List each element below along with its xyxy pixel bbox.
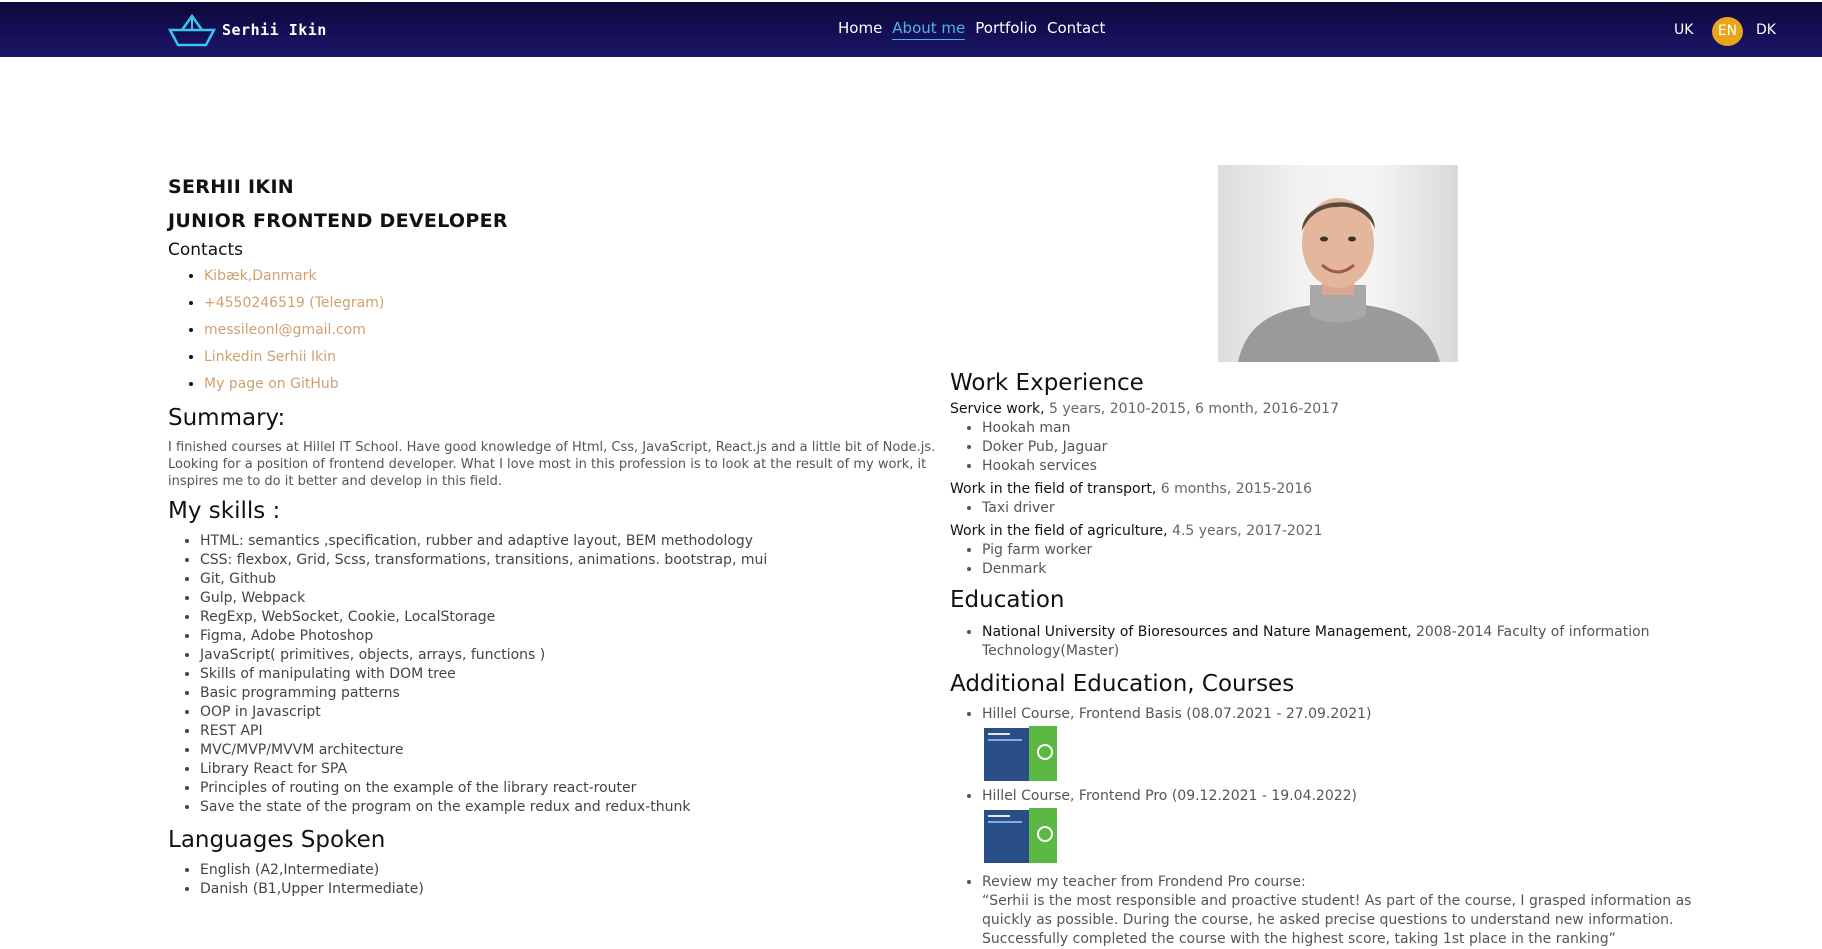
certificate-thumbnail[interactable] [984,726,1730,781]
nav-about-me[interactable]: About me [892,19,966,40]
course-item: Hillel Course, Frontend Basis (08.07.202… [982,705,1730,781]
contact-item: Kibæk,Danmark [204,266,938,293]
skill-item: CSS: flexbox, Grid, Scss, transformation… [200,551,938,570]
skill-item: Figma, Adobe Photoshop [200,627,938,646]
languages-spoken-list: English (A2,Intermediate) Danish (B1,Upp… [200,861,938,899]
course-title: Hillel Course, Frontend Pro (09.12.2021 … [982,788,1358,804]
certificate-front-icon [984,810,1032,863]
review-label: Review my teacher from Frondend Pro cour… [982,874,1306,890]
job-entry: Service work, 5 years, 2010-2015, 6 mont… [950,400,1730,419]
work-experience-heading: Work Experience [950,370,1144,396]
job-details-list: Pig farm worker Denmark [982,541,1730,579]
language-item: Danish (B1,Upper Intermediate) [200,880,938,899]
contact-linkedin-link[interactable]: Linkedin Serhii Ikin [204,349,336,365]
contacts-heading: Contacts [168,240,243,260]
skill-item: Gulp, Webpack [200,589,938,608]
review-text: “Serhii is the most responsible and proa… [982,893,1692,947]
language-en-selected[interactable]: EN [1712,17,1743,46]
course-title: Hillel Course, Frontend Basis (08.07.202… [982,706,1372,722]
course-review-item: Review my teacher from Frondend Pro cour… [982,873,1730,949]
skill-item: OOP in Javascript [200,703,938,722]
profile-role: JUNIOR FRONTEND DEVELOPER [168,210,508,232]
education-institution: National University of Bioresources and … [982,624,1412,640]
certificate-back-icon [1029,726,1057,781]
course-item: Hillel Course, Frontend Pro (09.12.2021 … [982,787,1730,863]
job-detail-item: Hookah services [982,457,1730,476]
skill-item: Basic programming patterns [200,684,938,703]
top-navigation-bar: Serhii Ikin Home About me Portfolio Cont… [0,2,1822,57]
skill-item: Git, Github [200,570,938,589]
contact-location-link[interactable]: Kibæk,Danmark [204,268,317,284]
skill-item: JavaScript( primitives, objects, arrays,… [200,646,938,665]
skill-item: MVC/MVP/MVVM architecture [200,741,938,760]
skill-item: Skills of manipulating with DOM tree [200,665,938,684]
job-period: 5 years, 2010-2015, 6 month, 2016-2017 [1044,401,1339,417]
job-field: Service work, [950,401,1045,417]
job-details-list: Hookah man Doker Pub, Jaguar Hookah serv… [982,419,1730,476]
skills-list: HTML: semantics ,specification, rubber a… [200,532,938,817]
certificate-front-icon [984,728,1032,781]
language-item: English (A2,Intermediate) [200,861,938,880]
nav-portfolio[interactable]: Portfolio [975,19,1037,40]
education-list: National University of Bioresources and … [982,623,1730,661]
certificate-thumbnail[interactable] [984,808,1730,863]
courses-list: Hillel Course, Frontend Basis (08.07.202… [982,705,1730,949]
contact-item: +4550246519 (Telegram) [204,293,938,320]
job-entry: Work in the field of agriculture, 4.5 ye… [950,522,1730,541]
profile-photo [1218,165,1458,362]
contact-item: My page on GitHub [204,374,938,401]
job-detail-item: Hookah man [982,419,1730,438]
contact-github-link[interactable]: My page on GitHub [204,376,339,392]
skill-item: Save the state of the program on the exa… [200,798,938,817]
job-period: 6 months, 2015-2016 [1156,481,1313,497]
left-column: SERHII IKIN JUNIOR FRONTEND DEVELOPER Co… [168,176,938,899]
right-column: Work Experience Service work, 5 years, 2… [950,370,1730,949]
contacts-list: Kibæk,Danmark +4550246519 (Telegram) mes… [204,266,938,401]
logo-text: Serhii Ikin [222,21,327,39]
nav-contact[interactable]: Contact [1047,19,1105,40]
job-detail-item: Denmark [982,560,1730,579]
skill-item: Principles of routing on the example of … [200,779,938,798]
language-dk[interactable]: DK [1756,22,1776,38]
job-field: Work in the field of agriculture, [950,523,1168,539]
language-uk[interactable]: UK [1674,22,1693,38]
skill-item: HTML: semantics ,specification, rubber a… [200,532,938,551]
job-period: 4.5 years, 2017-2021 [1167,523,1323,539]
job-entry: Work in the field of transport, 6 months… [950,480,1730,499]
contact-email-link[interactable]: messileonl@gmail.com [204,322,366,338]
job-detail-item: Taxi driver [982,499,1730,518]
education-heading: Education [950,587,1065,613]
job-detail-item: Doker Pub, Jaguar [982,438,1730,457]
site-logo[interactable]: Serhii Ikin [168,12,327,48]
nav-home[interactable]: Home [838,19,882,40]
contact-item: messileonl@gmail.com [204,320,938,347]
languages-spoken-heading: Languages Spoken [168,827,386,853]
skill-item: REST API [200,722,938,741]
job-detail-item: Pig farm worker [982,541,1730,560]
skill-item: Library React for SPA [200,760,938,779]
summary-text: I finished courses at Hillel IT School. … [168,440,936,489]
skill-item: RegExp, WebSocket, Cookie, LocalStorage [200,608,938,627]
main-nav: Home About me Portfolio Contact [838,19,1105,40]
job-field: Work in the field of transport, [950,481,1157,497]
boat-logo-icon [168,13,216,47]
contact-telegram-link[interactable]: +4550246519 (Telegram) [204,295,384,311]
person-portrait-icon [1238,198,1440,362]
courses-heading: Additional Education, Courses [950,671,1295,697]
certificate-back-icon [1029,808,1057,863]
skills-heading: My skills : [168,498,281,524]
summary-heading: Summary: [168,405,286,431]
profile-name: SERHII IKIN [168,176,295,198]
contact-item: Linkedin Serhii Ikin [204,347,938,374]
job-details-list: Taxi driver [982,499,1730,518]
education-item: National University of Bioresources and … [982,623,1730,661]
